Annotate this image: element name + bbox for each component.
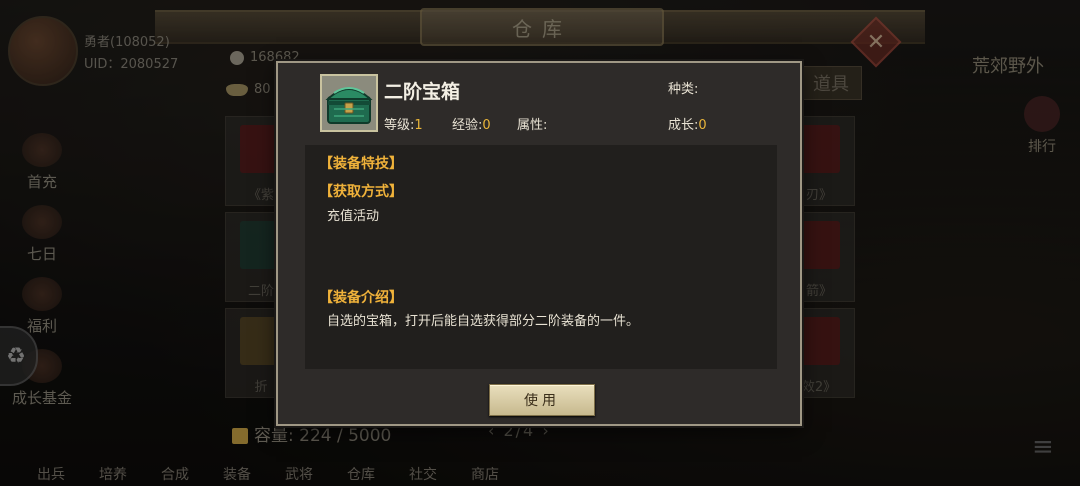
skill-section-title: 【装备特技】 <box>319 156 403 172</box>
item-growth: 成长:0 <box>668 118 707 133</box>
item-attribute: 属性: <box>517 118 548 133</box>
item-detail-modal: 二阶宝箱 等级:1 经验:0 属性: 种类: 成长:0 【装备特技】 【获取方式… <box>276 61 802 426</box>
source-section-title: 【获取方式】 <box>319 184 403 200</box>
item-kind: 种类: <box>668 82 699 97</box>
item-name: 二阶宝箱 <box>384 81 461 103</box>
use-button[interactable]: 使用 <box>489 384 595 416</box>
source-text: 充值活动 <box>327 209 380 224</box>
item-description-panel: 【装备特技】 【获取方式】 充值活动 【装备介绍】 自选的宝箱，打开后能自选获得… <box>305 145 777 369</box>
item-level: 等级:1 <box>384 118 423 133</box>
item-exp: 经验:0 <box>452 118 491 133</box>
intro-section-title: 【装备介绍】 <box>319 290 403 306</box>
intro-text: 自选的宝箱，打开后能自选获得部分二阶装备的一件。 <box>327 314 640 329</box>
item-icon-frame <box>320 74 378 132</box>
green-treasure-chest-icon <box>325 87 373 124</box>
